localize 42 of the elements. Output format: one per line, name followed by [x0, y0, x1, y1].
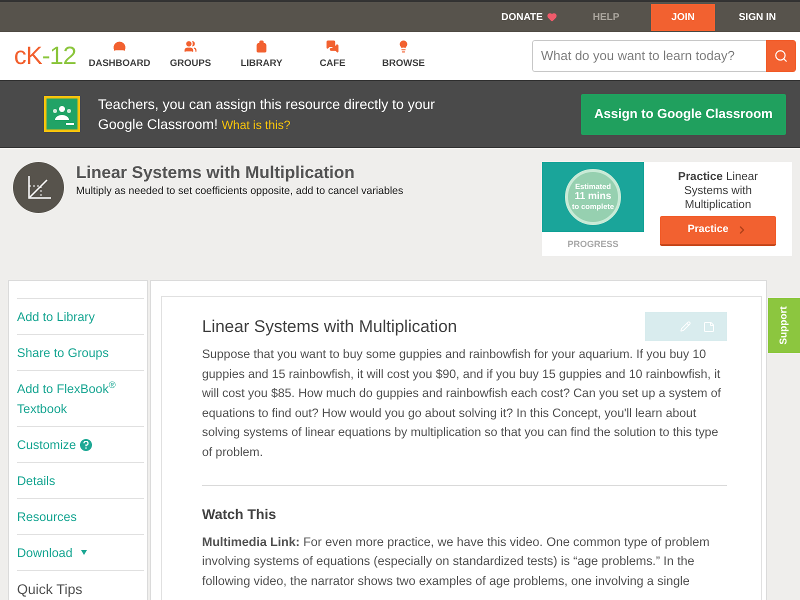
sidebar-link[interactable]: Resources: [17, 506, 144, 526]
help-icon[interactable]: [80, 438, 92, 450]
classroom-logo-icon: [44, 96, 80, 132]
join-button[interactable]: JOIN: [651, 4, 715, 30]
intro-paragraph: Suppose that you want to buy some guppies and rainbowfish for your aquarium. If you buy 10 guppies and 15 rainbowfish, it will cost you $90, and if you buy 15 guppies and 10 rainbowfish, it will cost you $85. How much do guppies and rainbowfish each cost? Can you set up a system of equations to find out? How would you go about solving it? In this Concept, you'll learn about solving systems of linear equations by multiplication so that you can find the solution to this type of problem.: [202, 346, 722, 461]
sidebar-heading: Quick Tips: [17, 580, 82, 596]
chat-bubbles-icon: [326, 40, 339, 54]
dropdown-caret-icon: [80, 550, 87, 555]
nav-item[interactable]: LIBRARY: [226, 40, 297, 72]
concept-subtitle: Multiply as needed to set coefficients opposite, add to cancel variables: [76, 184, 404, 199]
logo[interactable]: cK-12: [14, 44, 84, 68]
nav-item[interactable]: GROUPS: [155, 40, 226, 72]
what-is-this-link[interactable]: What is this?: [222, 118, 290, 132]
practice-title: Practice Linear Systems with Multiplication: [677, 170, 759, 212]
sidebar-link[interactable]: Share to Groups: [17, 342, 144, 362]
search-icon: [774, 49, 788, 63]
search-button[interactable]: [766, 40, 796, 72]
search-field[interactable]: What do you want to learn today?: [532, 40, 766, 72]
donate-link[interactable]: DONATE: [489, 10, 569, 24]
people-icon: [184, 40, 197, 54]
nav-item[interactable]: BROWSE: [368, 40, 439, 72]
sign-in-link[interactable]: SIGN IN: [722, 10, 792, 24]
progress-label: PROGRESS: [566, 238, 620, 251]
sidebar-link[interactable]: Add to FlexBook$^{®}$ Textbook: [17, 378, 144, 418]
assign-button[interactable]: Assign to Google Classroom: [581, 94, 786, 134]
sidebar-link[interactable]: Details: [17, 470, 144, 490]
sidebar-link[interactable]: Download: [17, 542, 73, 562]
banner-text: Teachers, you can assign this resource directly to your Google Classroom! What is this?: [98, 94, 436, 134]
sidebar-link[interactable]: Add to Library: [17, 306, 144, 326]
concept-title: Linear Systems with Multiplication: [76, 162, 356, 184]
section-heading: Watch This: [202, 504, 278, 524]
article-title: Linear Systems with Multiplication: [202, 316, 458, 338]
graph-icon: [13, 162, 64, 213]
support-tab[interactable]: Support: [768, 298, 800, 353]
nav-item[interactable]: DASHBOARD: [84, 40, 155, 72]
help-link[interactable]: HELP: [568, 10, 644, 24]
heart-icon: [546, 12, 557, 22]
section-paragraph: Multimedia Link: For even more practice, we have this video. One common type of problem involving systems of equations (especially on standardized tests) is “age problems.” In the following video, the narrator shows two examples of age problems, one involving a single: [202, 534, 711, 590]
sidebar-link[interactable]: Customize: [17, 434, 76, 454]
practice-button[interactable]: Practice: [660, 216, 776, 246]
nav-item[interactable]: CAFE: [297, 40, 368, 72]
lightbulb-icon: [397, 40, 410, 54]
